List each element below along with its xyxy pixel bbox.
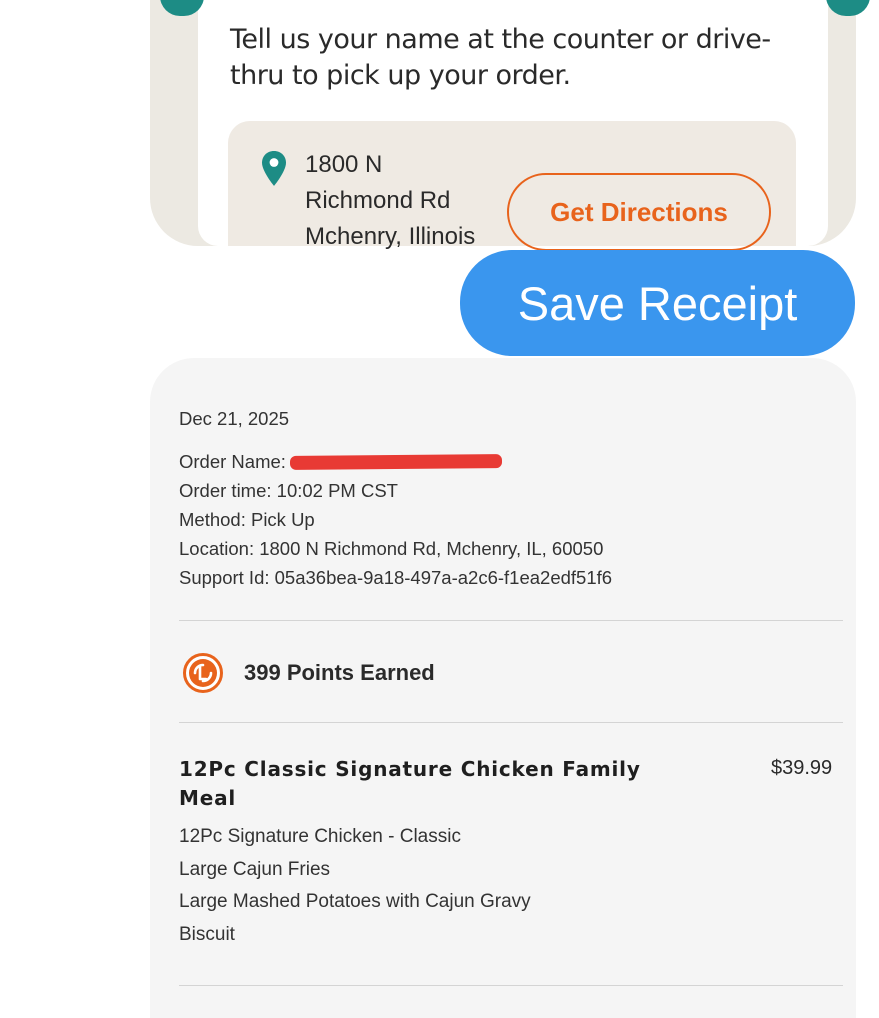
- address-line: Richmond Rd: [305, 187, 451, 214]
- divider: [179, 722, 843, 723]
- item-components: 12Pc Signature Chicken - Classic Large C…: [179, 821, 531, 951]
- address-line: Mchenry, Illinois: [305, 223, 476, 250]
- get-directions-button[interactable]: Get Directions: [507, 173, 771, 251]
- redaction-mark: [289, 454, 503, 470]
- order-method: Method: Pick Up: [179, 509, 315, 530]
- item-name: 12Pc Classic Signature Chicken Family Me…: [179, 757, 641, 810]
- list-item: Large Cajun Fries: [179, 858, 331, 880]
- divider: [179, 985, 843, 986]
- order-details: Dec 21, 2025 Order Name: Order time: 10:…: [179, 404, 612, 592]
- order-time: Order time: 10:02 PM CST: [179, 480, 398, 501]
- pickup-instructions: Tell us your name at the counter or driv…: [230, 24, 771, 91]
- store-address: 1800 N Richmond Rd Mchenry, Illinois: [305, 147, 475, 255]
- item-price: $39.99: [771, 757, 833, 779]
- list-item: Large Mashed Potatoes with Cajun Gravy: [179, 891, 531, 912]
- points-earned: 399 Points Earned: [244, 660, 435, 685]
- divider: [179, 620, 843, 621]
- support-id: Support Id: 05a36bea-9a18-497a-a2c6-f1ea…: [179, 567, 613, 588]
- list-item: Biscuit: [179, 923, 235, 945]
- list-item: 12Pc Signature Chicken - Classic: [179, 826, 461, 847]
- save-receipt-button[interactable]: Save Receipt: [460, 250, 855, 356]
- rewards-points-icon: [183, 653, 223, 693]
- address-line: 1800 N: [305, 151, 383, 178]
- map-pin-icon: [262, 151, 286, 186]
- order-location: Location: 1800 N Richmond Rd, Mchenry, I…: [179, 538, 604, 559]
- order-date: Dec 21, 2025: [179, 408, 290, 429]
